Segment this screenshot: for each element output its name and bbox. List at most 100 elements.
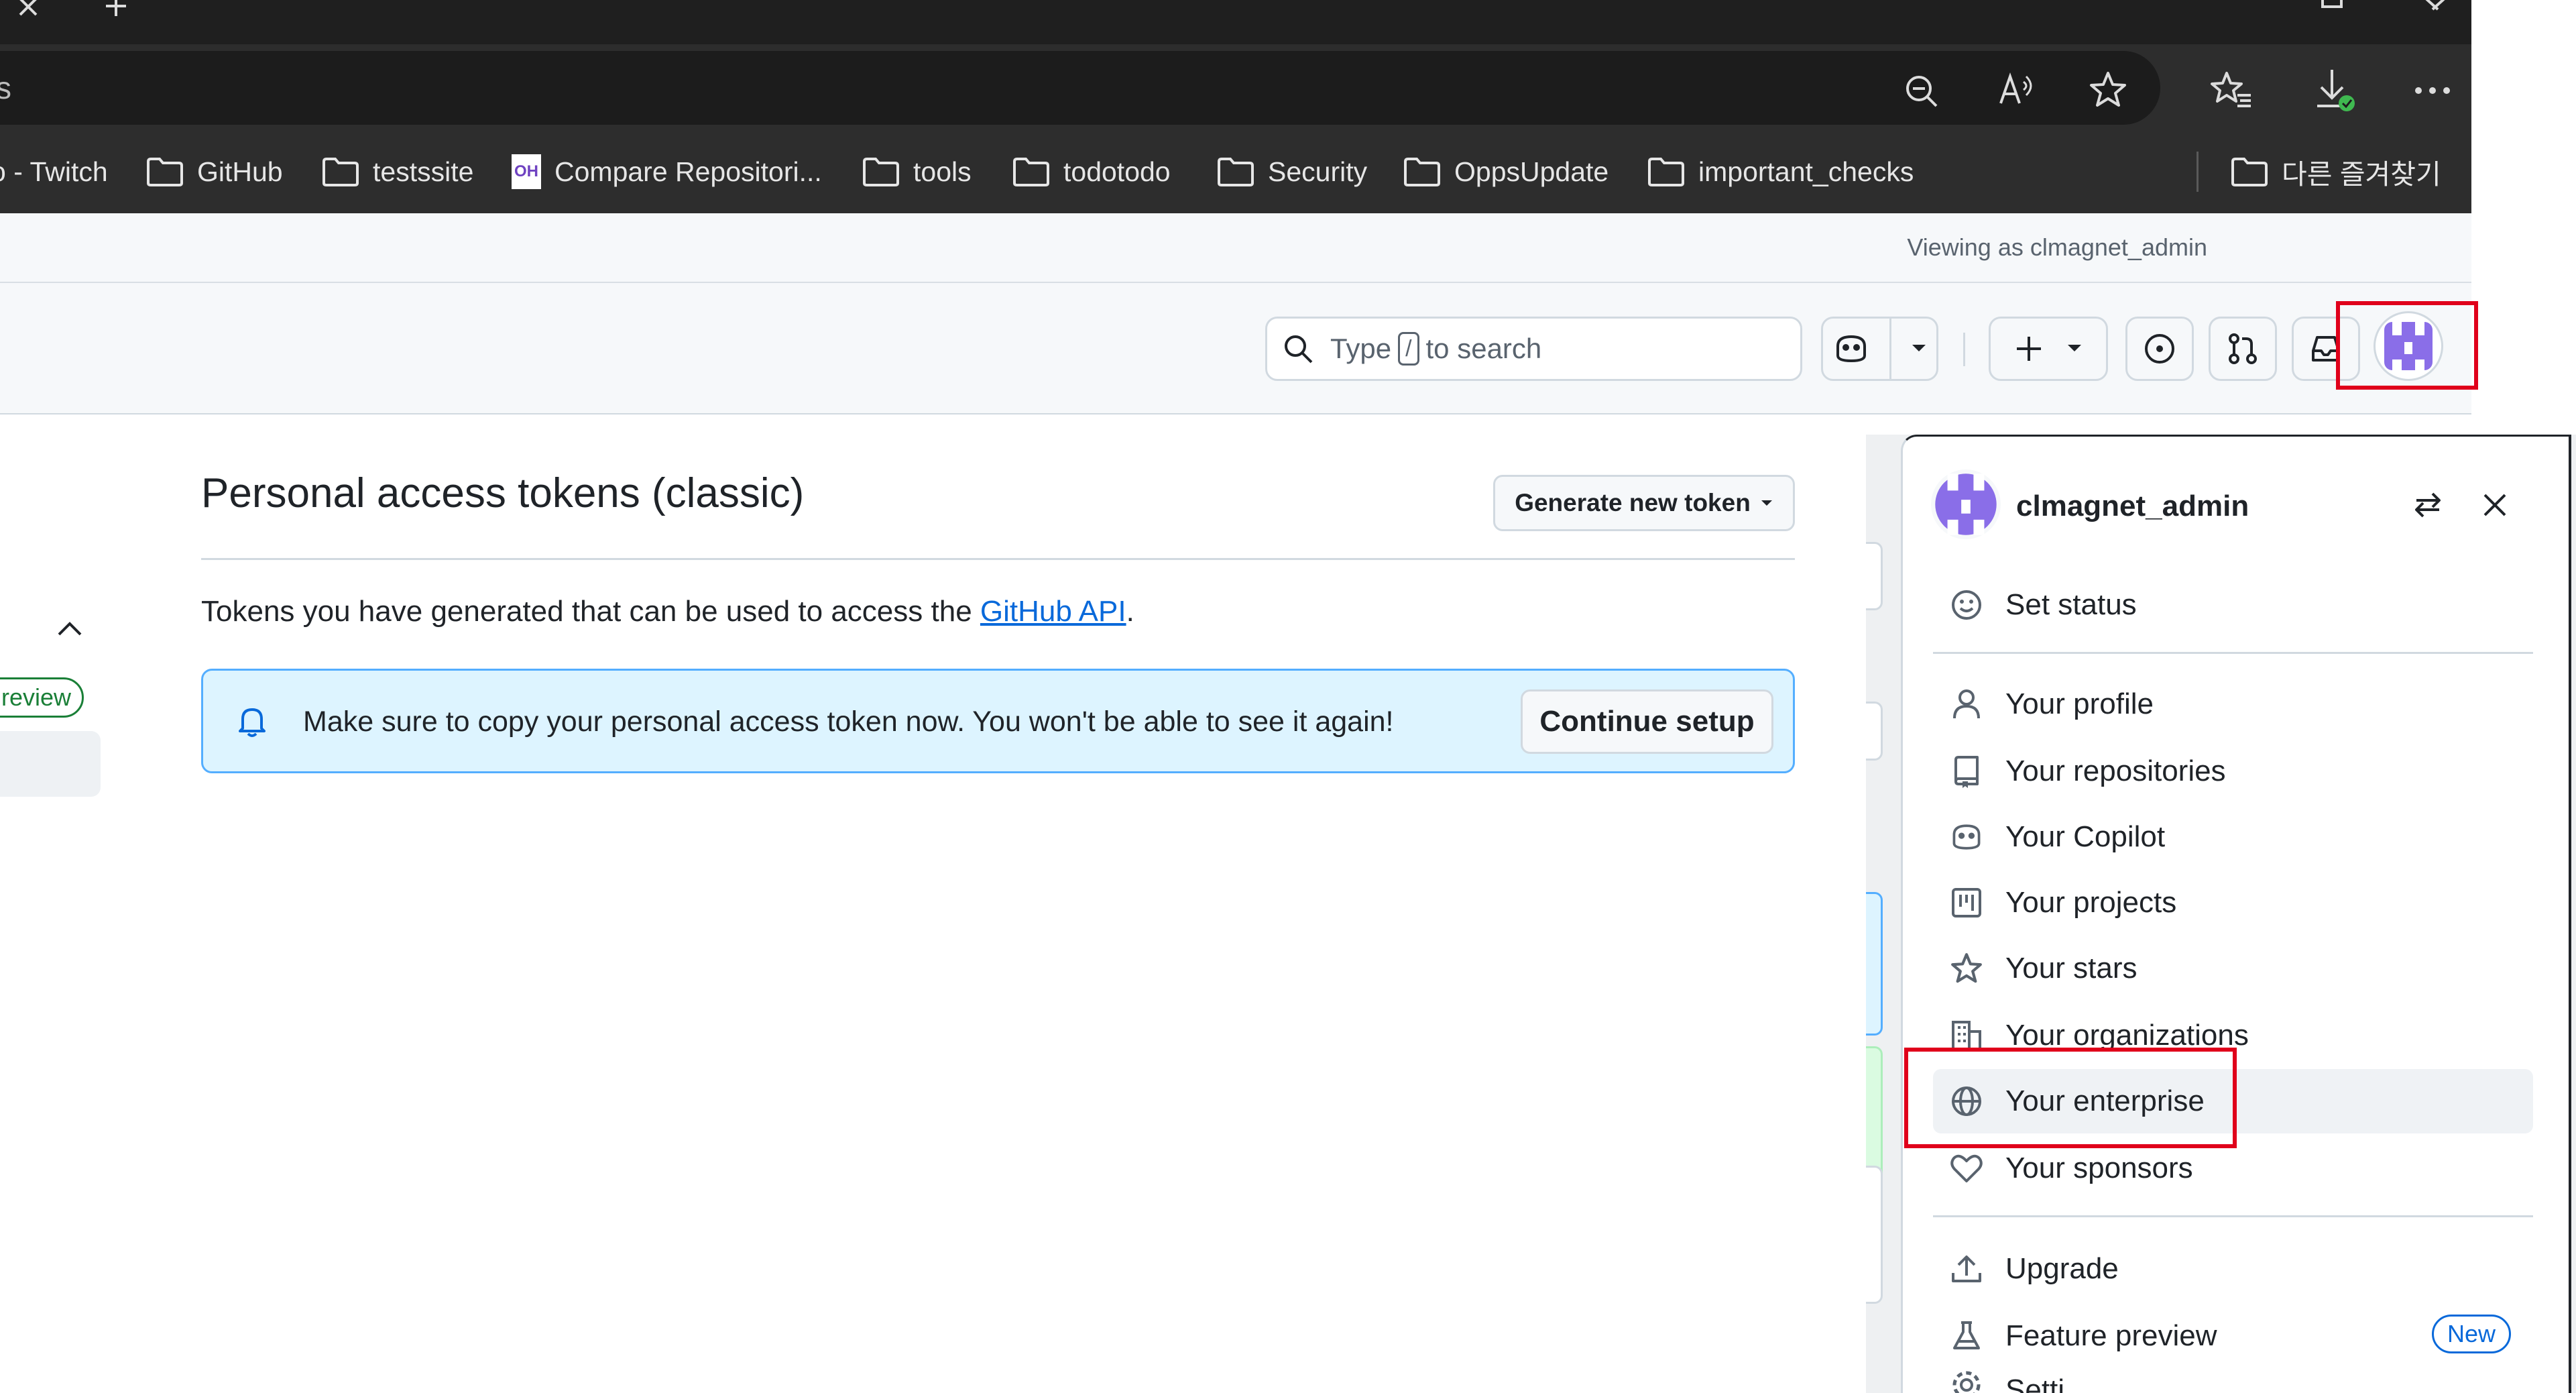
copilot-icon xyxy=(1948,822,1985,852)
menu-item-your-projects[interactable]: Your projects xyxy=(1948,876,2176,930)
restore-window-icon[interactable] xyxy=(2319,0,2345,11)
folder-icon xyxy=(862,156,900,187)
more-options-icon[interactable] xyxy=(2414,86,2451,95)
close-tab-icon[interactable] xyxy=(15,0,42,23)
bookmark-important-checks[interactable]: important_checks xyxy=(1647,153,1914,190)
smiley-icon xyxy=(1948,588,1985,622)
viewing-as-text: Viewing as clmagnet_admin xyxy=(1907,233,2207,261)
folder-icon xyxy=(1403,156,1441,187)
menu-item-label: Your repositories xyxy=(2005,755,2226,787)
new-tab-icon[interactable] xyxy=(101,0,131,23)
menu-item-label: Upgrade xyxy=(2005,1252,2119,1285)
bookmark-label: o - Twitch xyxy=(0,156,108,187)
chevron-down-icon xyxy=(1911,343,1927,354)
beaker-icon xyxy=(1948,1320,1985,1352)
description-suffix: . xyxy=(1126,595,1134,628)
upload-icon xyxy=(1948,1253,1985,1285)
close-window-icon[interactable] xyxy=(2422,0,2449,13)
bookmark-label: Compare Repositori... xyxy=(554,156,822,187)
bookmark-testssite[interactable]: testssite xyxy=(322,153,473,190)
menu-item-label: Setti xyxy=(2005,1374,2065,1393)
flash-message: Make sure to copy your personal access t… xyxy=(303,706,1394,738)
tokens-description: Tokens you have generated that can be us… xyxy=(201,595,1134,628)
github-api-link[interactable]: GitHub API xyxy=(980,595,1126,628)
header-divider xyxy=(1963,333,1965,366)
folder-icon xyxy=(1012,156,1050,187)
sidebar-selected-item[interactable] xyxy=(0,731,101,797)
menu-username: clmagnet_admin xyxy=(2016,490,2249,522)
bookmark-tools[interactable]: tools xyxy=(862,153,972,190)
new-badge: New xyxy=(2432,1315,2511,1353)
issues-button[interactable] xyxy=(2125,317,2194,381)
title-divider xyxy=(201,558,1795,560)
menu-item-set-status[interactable]: Set status xyxy=(1948,578,2137,632)
close-menu-icon[interactable] xyxy=(2482,492,2508,518)
copilot-icon xyxy=(1832,333,1870,365)
folder-icon xyxy=(1217,156,1254,187)
folder-icon xyxy=(1647,156,1685,187)
chevron-up-icon[interactable] xyxy=(56,621,83,637)
menu-item-label: Your stars xyxy=(2005,952,2138,985)
bookmark-twitch[interactable]: o - Twitch xyxy=(0,153,108,190)
bookmark-todotodo[interactable]: todotodo xyxy=(1012,153,1171,190)
bookmark-label: OppsUpdate xyxy=(1454,156,1609,187)
menu-avatar xyxy=(1931,469,2001,539)
page-title: Personal access tokens (classic) xyxy=(201,470,805,516)
menu-item-your-profile[interactable]: Your profile xyxy=(1948,677,2154,731)
copilot-menu-button[interactable] xyxy=(1821,317,1938,381)
bookmark-label: GitHub xyxy=(197,156,283,187)
menu-item-label: Your projects xyxy=(2005,886,2177,919)
organization-icon xyxy=(1948,1019,1985,1052)
project-icon xyxy=(1948,887,1985,919)
menu-item-label: Your sponsors xyxy=(2005,1152,2193,1184)
folder-icon xyxy=(322,156,359,187)
menu-item-settings[interactable]: Setti xyxy=(1948,1368,2064,1393)
plus-icon xyxy=(2014,334,2044,364)
caret-down-icon xyxy=(1760,499,1773,507)
continue-setup-button[interactable]: Continue setup xyxy=(1521,689,1773,754)
menu-item-label: Feature preview xyxy=(2005,1319,2217,1352)
browser-tab-strip xyxy=(0,0,2471,44)
menu-item-your-copilot[interactable]: Your Copilot xyxy=(1948,810,2165,864)
menu-item-your-stars[interactable]: Your stars xyxy=(1948,942,2137,995)
create-new-button[interactable] xyxy=(1989,317,2108,381)
highlight-enterprise-box xyxy=(1904,1048,2237,1148)
avatar-identicon-icon xyxy=(1934,472,1998,537)
search-input[interactable]: Type / to search xyxy=(1265,317,1802,381)
downloads-icon[interactable] xyxy=(2313,67,2356,114)
favorites-list-icon[interactable] xyxy=(2211,70,2252,110)
bookmark-compare-repositories[interactable]: OH Compare Repositori... xyxy=(512,153,822,190)
menu-item-your-sponsors[interactable]: Your sponsors xyxy=(1948,1141,2193,1195)
background-input-edge xyxy=(1866,702,1883,761)
star-icon xyxy=(1948,952,1985,985)
menu-item-feature-preview[interactable]: Feature preview xyxy=(1948,1309,2217,1363)
switch-account-icon[interactable] xyxy=(2412,491,2443,519)
background-input-edge xyxy=(1866,542,1883,610)
menu-item-label: Your Copilot xyxy=(2005,820,2166,853)
background-panel-edge xyxy=(1866,892,1883,1036)
pull-requests-button[interactable] xyxy=(2209,317,2277,381)
bookmark-security[interactable]: Security xyxy=(1217,153,1367,190)
address-bar[interactable]: s xyxy=(0,51,2160,125)
bookmark-label: todotodo xyxy=(1063,156,1171,187)
bell-icon xyxy=(236,704,268,739)
menu-separator xyxy=(1933,652,2533,654)
person-icon xyxy=(1948,687,1985,721)
bookmark-label: Security xyxy=(1268,156,1368,187)
background-panel-edge xyxy=(1866,1166,1883,1304)
bookmark-other-favorites[interactable]: 다른 즐겨찾기 xyxy=(2231,153,2441,190)
repo-icon xyxy=(1948,755,1985,788)
git-pull-request-icon xyxy=(2226,332,2260,366)
read-aloud-icon[interactable] xyxy=(1997,70,2037,110)
favorite-star-icon[interactable] xyxy=(2088,70,2128,110)
menu-item-upgrade[interactable]: Upgrade xyxy=(1948,1242,2119,1296)
menu-item-your-repositories[interactable]: Your repositories xyxy=(1948,744,2226,798)
generate-new-token-button[interactable]: Generate new token xyxy=(1493,475,1795,531)
bookmark-github[interactable]: GitHub xyxy=(146,153,283,190)
folder-icon xyxy=(2231,156,2268,187)
bookmark-oppsupdate[interactable]: OppsUpdate xyxy=(1403,153,1608,190)
zoom-out-icon[interactable] xyxy=(1903,72,1940,110)
highlight-avatar-box xyxy=(2336,301,2478,390)
bookmarks-divider xyxy=(2197,152,2199,192)
staff-banner: Viewing as clmagnet_admin xyxy=(0,213,2471,283)
